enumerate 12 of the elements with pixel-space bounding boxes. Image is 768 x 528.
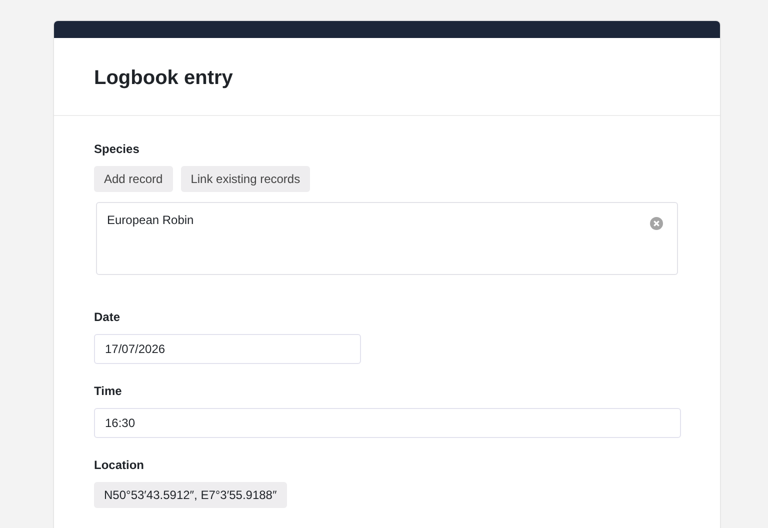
location-chip: N50°53′43.5912″, E7°3′55.9188″: [94, 482, 287, 508]
remove-icon[interactable]: [650, 217, 663, 230]
page-title: Logbook entry: [94, 66, 234, 90]
field-label: Time: [94, 383, 122, 400]
action-button[interactable]: Add record: [94, 166, 173, 192]
time-field[interactable]: 16:30: [94, 408, 681, 438]
date-field[interactable]: 17/07/2026: [94, 334, 361, 364]
field-label: Location: [94, 457, 144, 474]
record-name: European Robin: [107, 212, 194, 229]
action-button[interactable]: Link existing records: [180, 166, 310, 192]
field-label: Date: [94, 309, 120, 326]
field-label: Species: [94, 141, 140, 158]
